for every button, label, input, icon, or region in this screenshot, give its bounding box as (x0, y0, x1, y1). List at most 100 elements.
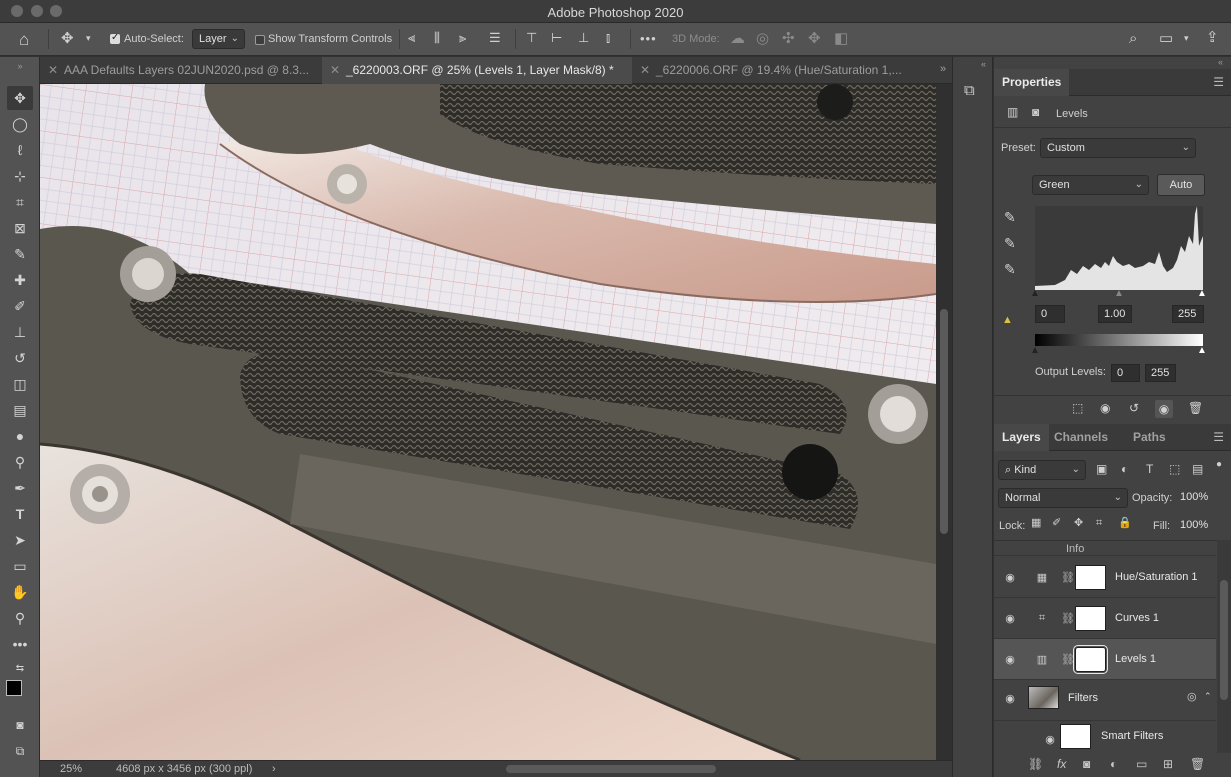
opacity-field[interactable]: 100% (1175, 489, 1219, 507)
vertical-scrollbar[interactable] (936, 84, 952, 760)
gradient-tool[interactable]: ▤ (7, 398, 33, 422)
input-white-slider-handle[interactable]: ▲ (1197, 289, 1207, 299)
fx-icon[interactable]: fx (1057, 757, 1066, 771)
tab-document-2[interactable]: ✕ _6220003.ORF @ 25% (Levels 1, Layer Mas… (322, 57, 632, 84)
distribute-icon[interactable]: ☰ (489, 31, 501, 44)
layer-row[interactable]: ◉ ▦ ⛓ Hue/Saturation 1 (994, 557, 1216, 598)
panel-menu-icon[interactable]: ☰ (1213, 430, 1224, 444)
edit-toolbar-icon[interactable]: ••• (7, 632, 33, 656)
healing-brush-tool[interactable]: ✚ (7, 268, 33, 292)
input-black-field[interactable]: 0 (1035, 305, 1065, 323)
lock-image-icon[interactable]: ✐ (1052, 518, 1061, 529)
layer-mask-icon[interactable]: ◙ (1032, 106, 1039, 118)
3d-scale-icon[interactable]: ◧ (834, 31, 848, 46)
screen-mode-icon[interactable]: ⧉ (7, 739, 33, 763)
preset-dropdown[interactable]: Custom ⌄ (1040, 138, 1196, 158)
black-point-eyedropper-icon[interactable]: ✎ (1004, 210, 1016, 224)
tab-document-3[interactable]: ✕ _6220006.ORF @ 19.4% (Hue/Saturation 1,… (632, 57, 912, 84)
input-gamma-slider-handle[interactable]: ▲ (1114, 289, 1124, 299)
status-menu-icon[interactable]: › (272, 763, 276, 775)
workspace-icon[interactable]: ▭ (1159, 31, 1173, 46)
auto-select-checkbox[interactable] (110, 32, 120, 44)
3d-pan-icon[interactable]: ✣ (782, 31, 795, 46)
align-vcenter-icon[interactable]: ⊢ (551, 31, 562, 44)
swap-colors-icon[interactable]: ⇆ (7, 657, 33, 681)
trash-icon[interactable]: 🗑 (1188, 402, 1203, 414)
tab-properties[interactable]: Properties (994, 69, 1070, 96)
visibility-icon[interactable]: ◉ (1155, 400, 1173, 418)
channel-dropdown[interactable]: Green ⌄ (1032, 175, 1149, 195)
share-icon[interactable]: ⇪ (1206, 30, 1219, 45)
auto-button[interactable]: Auto (1157, 174, 1205, 196)
layer-row[interactable]: ◉ ⌗ ⛓ Curves 1 (994, 598, 1216, 639)
chevron-up-icon[interactable]: ⌃ (1204, 692, 1212, 701)
collapse-dock-icon[interactable]: « (981, 59, 986, 69)
layer-mask-thumbnail[interactable] (1075, 565, 1106, 590)
smart-object-thumbnail[interactable] (1028, 686, 1059, 709)
align-left-icon[interactable]: ⫷ (408, 31, 415, 44)
hand-tool[interactable]: ✋ (7, 580, 33, 604)
reset-icon[interactable]: ↺ (1129, 402, 1139, 414)
marquee-tool[interactable]: ◯ (7, 112, 33, 136)
layer-filter-dropdown[interactable]: ⌕ Kind ⌄ (998, 460, 1086, 480)
gray-point-eyedropper-icon[interactable]: ✎ (1004, 236, 1016, 250)
filter-pixel-icon[interactable]: ▣ (1096, 463, 1107, 475)
lock-position-icon[interactable]: ✥ (1074, 518, 1083, 529)
eye-icon[interactable]: ◉ (1043, 733, 1057, 746)
horizontal-scroll-thumb[interactable] (506, 765, 716, 773)
link-layers-icon[interactable]: ⛓ (1028, 757, 1043, 771)
view-previous-icon[interactable]: ◉ (1100, 402, 1110, 414)
foreground-color-swatch[interactable] (6, 680, 22, 696)
link-icon[interactable]: ⛓ (1061, 653, 1075, 666)
filter-type-icon[interactable]: T (1146, 463, 1153, 475)
brush-tool[interactable]: ✐ (7, 294, 33, 318)
close-icon[interactable]: ✕ (330, 57, 342, 84)
tab-channels[interactable]: Channels (1046, 424, 1116, 451)
layer-row-selected[interactable]: ◉ ▥ ⛓ Levels 1 (994, 639, 1216, 680)
clipping-warning-icon[interactable]: ▲ (1002, 315, 1013, 326)
show-transform-checkbox[interactable] (255, 35, 265, 45)
history-panel-icon[interactable]: ⧉ (964, 83, 975, 98)
crop-tool[interactable]: ⌗ (7, 190, 33, 214)
lock-transparent-icon[interactable]: ▦ (1031, 518, 1041, 529)
clone-stamp-tool[interactable]: ⊥ (7, 320, 33, 344)
lasso-tool[interactable]: ℓ (7, 138, 33, 162)
eye-icon[interactable]: ◉ (1003, 692, 1017, 705)
tab-document-1[interactable]: ✕ AAA Defaults Layers 02JUN2020.psd @ 8.3… (40, 57, 322, 84)
frame-tool[interactable]: ⊠ (7, 216, 33, 240)
smart-filters-row[interactable]: ◉ Smart Filters (994, 721, 1216, 753)
layer-row-info[interactable]: Info (994, 541, 1216, 556)
blend-mode-dropdown[interactable]: Normal ⌄ (998, 488, 1128, 508)
tab-layers[interactable]: Layers (994, 424, 1049, 451)
history-brush-tool[interactable]: ↺ (7, 346, 33, 370)
zoom-level[interactable]: 25% (60, 763, 82, 775)
3d-orbit-icon[interactable]: ☁ (730, 31, 745, 46)
new-adjustment-icon[interactable]: ◐ (1110, 757, 1117, 771)
rectangle-tool[interactable]: ▭ (7, 554, 33, 578)
move-tool[interactable]: ✥ (7, 86, 33, 110)
quick-mask-icon[interactable]: ◙ (7, 713, 33, 737)
white-point-eyedropper-icon[interactable]: ✎ (1004, 262, 1016, 276)
input-black-slider-handle[interactable]: ▲ (1030, 289, 1040, 299)
search-icon[interactable]: ⌕ (1129, 31, 1137, 46)
path-selection-tool[interactable]: ➤ (7, 528, 33, 552)
blur-tool[interactable]: ● (7, 424, 33, 448)
smart-filter-effects-icon[interactable]: ◎ (1187, 692, 1197, 703)
clip-to-layer-icon[interactable]: ⬚ (1072, 402, 1083, 414)
filter-smart-object-icon[interactable]: ▤ (1192, 463, 1203, 475)
align-hcenter-icon[interactable]: ⫼ (434, 31, 440, 44)
auto-select-dropdown[interactable]: Layer ⌄ (192, 29, 245, 49)
close-icon[interactable]: ✕ (640, 57, 652, 84)
vertical-scroll-thumb[interactable] (940, 309, 948, 534)
add-mask-icon[interactable]: ◙ (1083, 757, 1090, 771)
move-tool-icon[interactable]: ✥ (61, 31, 74, 46)
more-options-button[interactable]: ••• (640, 31, 657, 46)
document-canvas[interactable] (40, 84, 936, 760)
home-icon[interactable]: ⌂ (19, 31, 29, 48)
output-black-slider-handle[interactable]: ▲ (1030, 346, 1040, 356)
layers-scrollbar[interactable] (1217, 540, 1231, 753)
lock-artboard-icon[interactable]: ⌗ (1096, 518, 1102, 529)
fill-field[interactable]: 100% (1175, 517, 1219, 535)
tab-paths[interactable]: Paths (1125, 424, 1174, 451)
eye-icon[interactable]: ◉ (1003, 612, 1017, 625)
